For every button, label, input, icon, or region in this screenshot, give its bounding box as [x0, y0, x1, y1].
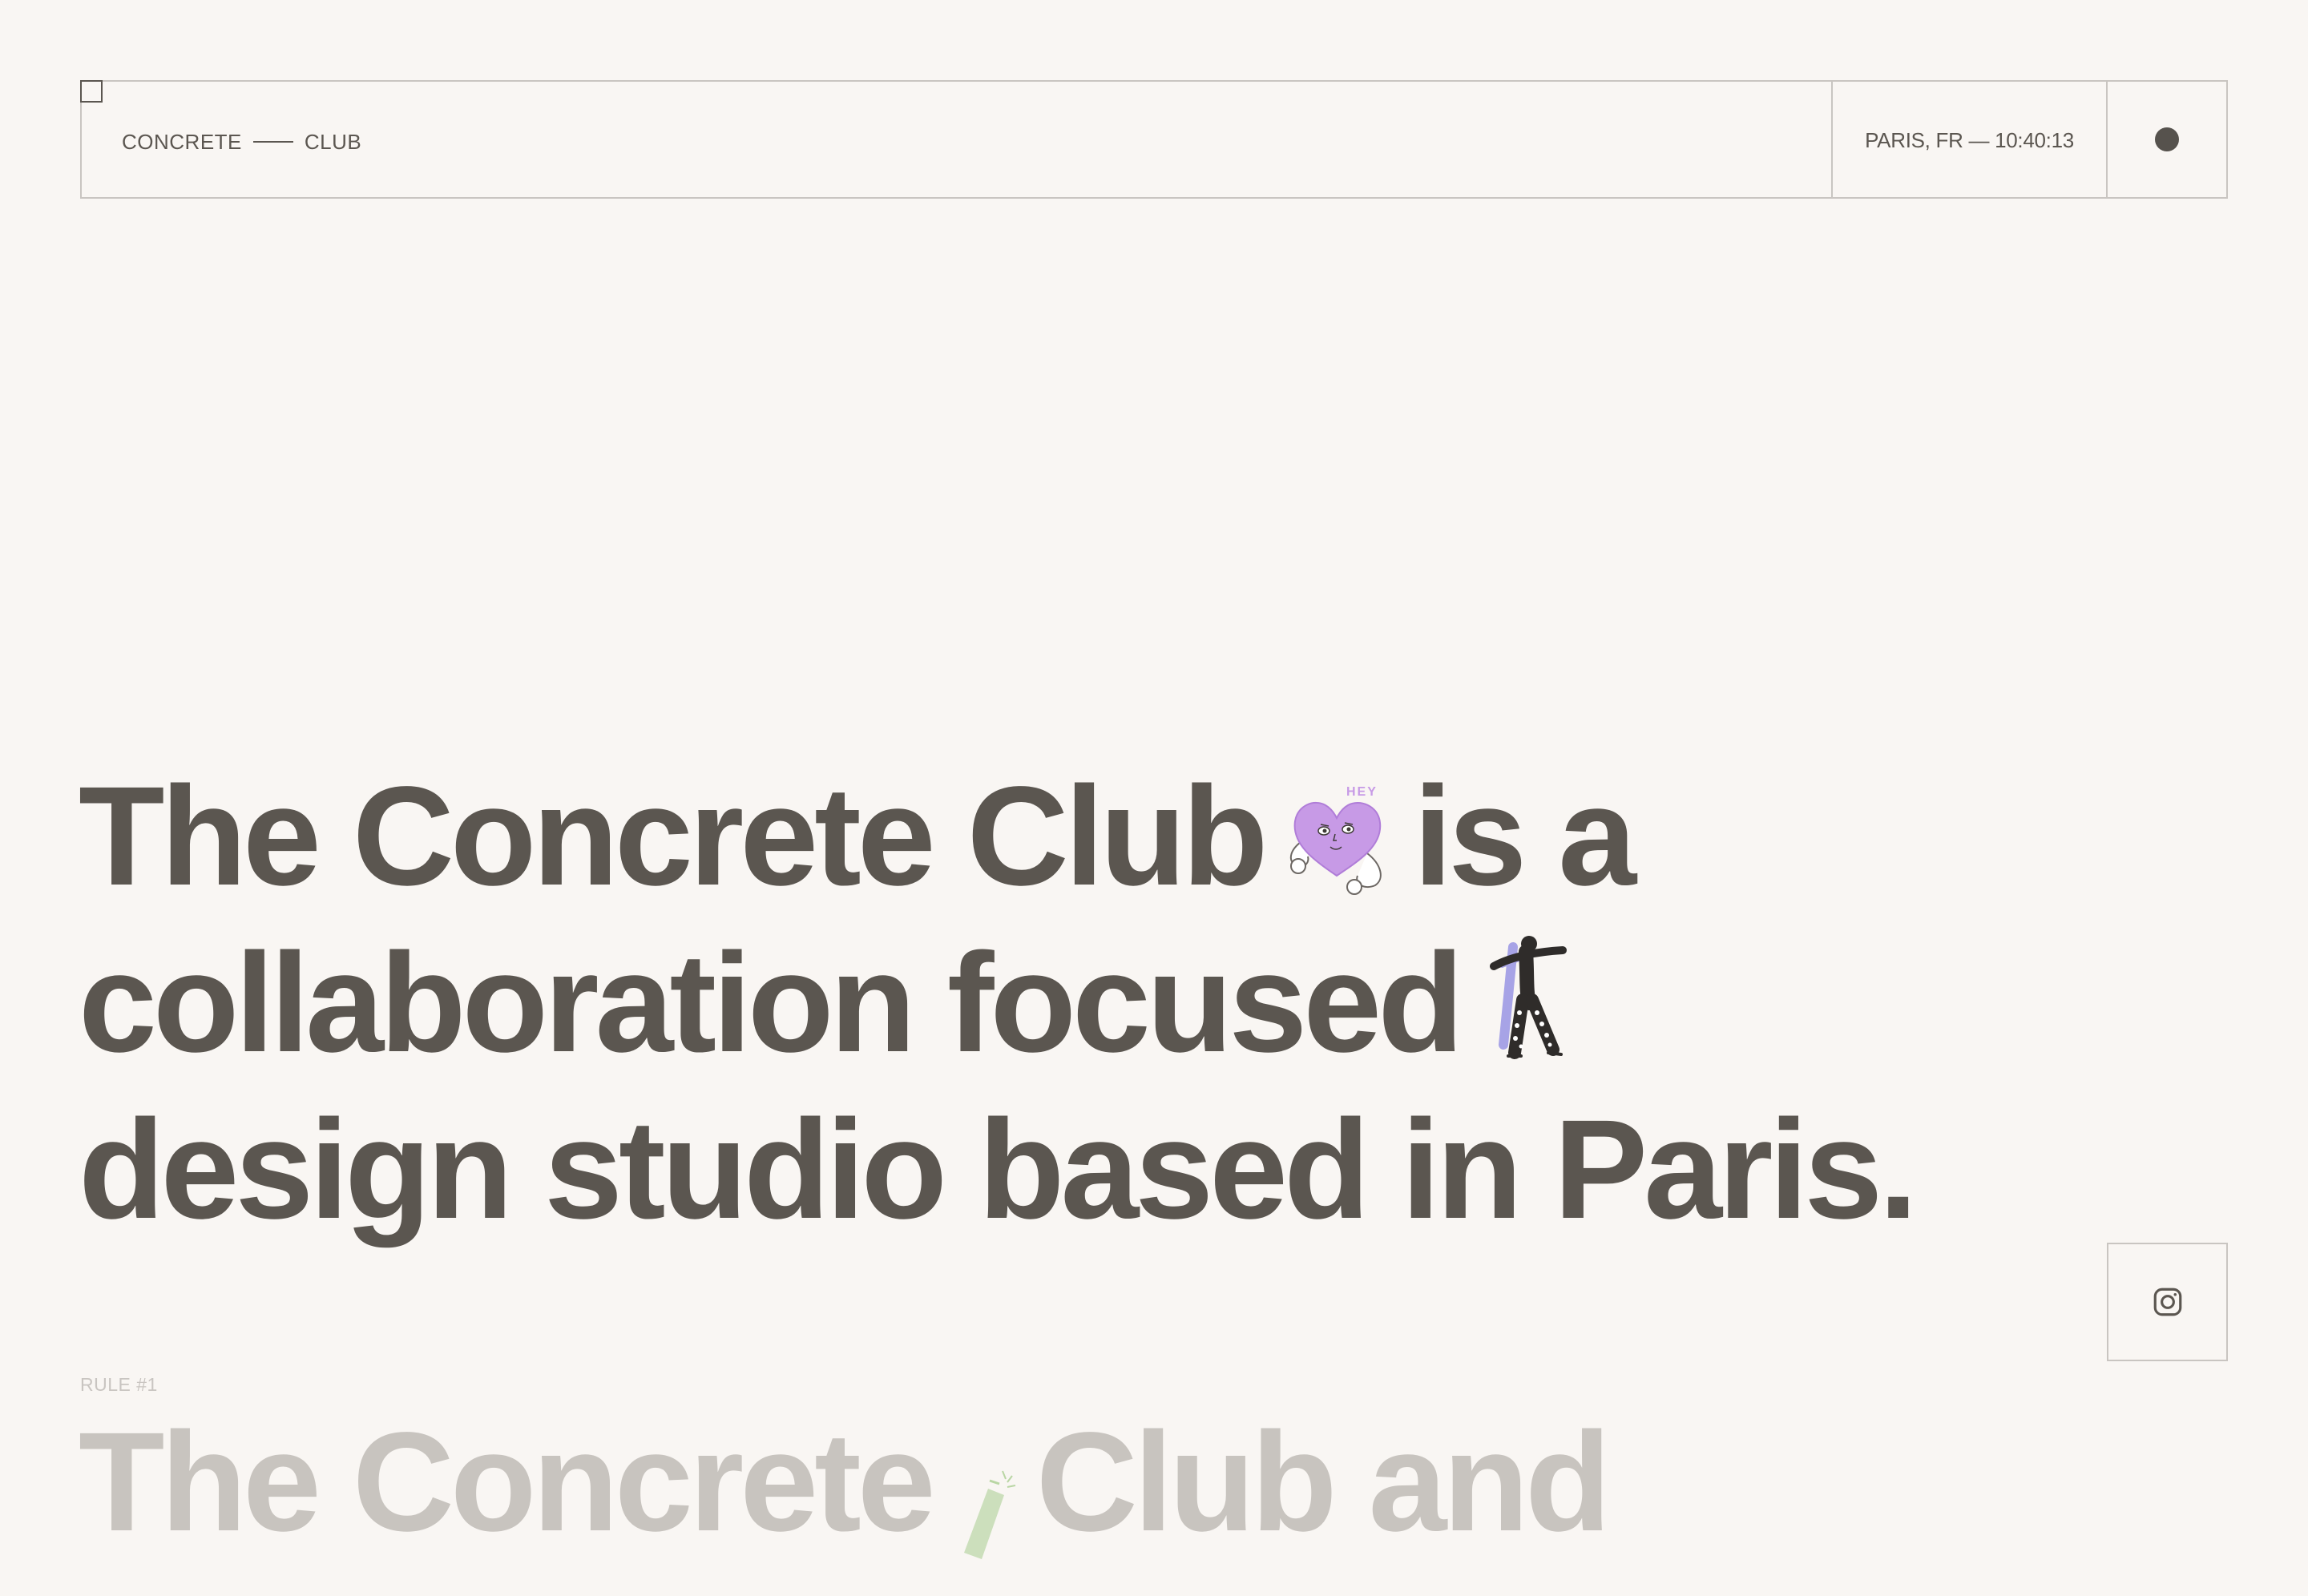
logo-dash — [252, 141, 293, 143]
site-header: CONCRETE CLUB PARIS, FR — 10:40:13 — [80, 80, 2228, 199]
rule-label: RULE #1 — [80, 1374, 158, 1395]
location-clock: PARIS, FR — 10:40:13 — [1831, 82, 2106, 197]
hero-line-1: The Concrete Club HEY is a — [79, 753, 1914, 920]
dancer-sticker-icon — [1479, 933, 1576, 1061]
site-logo[interactable]: CONCRETE CLUB — [122, 130, 361, 155]
hero-text-collaboration: collaboration focused — [79, 925, 1464, 1082]
instagram-icon — [2153, 1288, 2181, 1316]
hero-heading: The Concrete Club HEY is a collaboration… — [79, 753, 1918, 1253]
location-time-text: PARIS, FR — 10:40:13 — [1865, 127, 2074, 152]
logo-cell: CONCRETE CLUB — [82, 82, 1831, 197]
bottle-sticker-icon — [940, 1429, 1028, 1559]
rule-heading: The Concrete Club and — [79, 1399, 1612, 1566]
rule-heading-text-b: Club and — [1035, 1404, 1612, 1561]
rule-heading-text-a: The Concrete — [79, 1404, 936, 1561]
logo-word-club: CLUB — [304, 129, 362, 154]
hero-text-studio-name: The Concrete Club — [79, 758, 1269, 915]
logo-word-concrete: CONCRETE — [122, 129, 242, 154]
hero-text-design-studio: design studio based in Paris. — [79, 1091, 1918, 1248]
square-icon — [80, 80, 103, 103]
menu-toggle-button[interactable] — [2106, 82, 2226, 197]
hero-line-3: design studio based in Paris. — [79, 1086, 1918, 1253]
hero-line-2: collaboration focused — [79, 920, 1914, 1086]
heart-sticker-icon: HEY — [1281, 776, 1393, 897]
circle-icon — [2155, 127, 2179, 151]
hero-text-is-a: is a — [1413, 758, 1637, 915]
svg-text:HEY: HEY — [1346, 785, 1378, 799]
instagram-button[interactable] — [2107, 1243, 2228, 1361]
